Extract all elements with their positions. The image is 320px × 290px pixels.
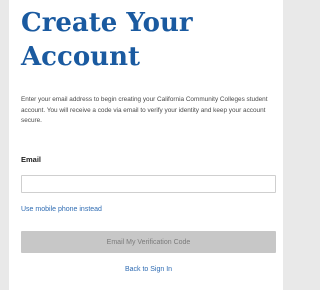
intro-text: Enter your email address to begin creati… [21,96,268,125]
email-label: Email [21,155,42,164]
page-title: Create Your Account [21,8,193,72]
use-mobile-phone-link[interactable]: Use mobile phone instead [21,206,102,213]
back-to-sign-in-link[interactable]: Back to Sign In [21,266,276,273]
email-field[interactable] [21,175,276,193]
account-card: Create Your Account Enter your email add… [9,0,283,290]
email-verification-code-button[interactable]: Email My Verification Code [21,231,276,253]
